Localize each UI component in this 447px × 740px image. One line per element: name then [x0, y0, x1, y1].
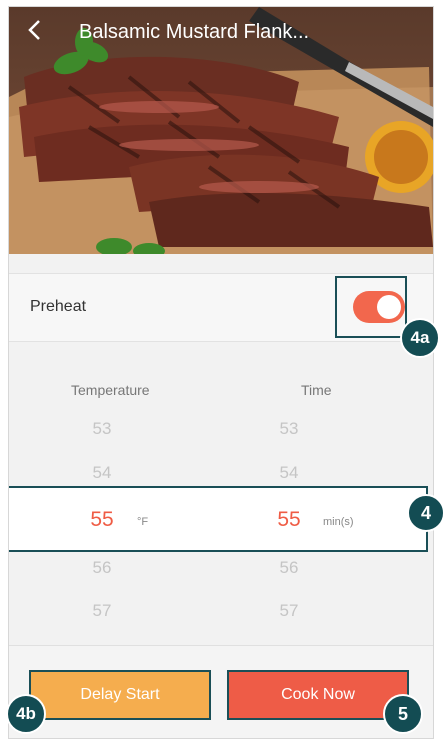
- callout-badge-delay: 4b: [6, 694, 46, 734]
- temperature-column-label: Temperature: [71, 382, 150, 398]
- callout-badge-cook: 5: [383, 694, 423, 734]
- action-bar: Delay Start Cook Now: [9, 645, 433, 738]
- time-column-label: Time: [301, 382, 332, 398]
- toggle-knob: [377, 295, 401, 319]
- temperature-option[interactable]: 54: [72, 463, 132, 483]
- steak-photo: [9, 7, 433, 254]
- cook-now-button[interactable]: Cook Now: [227, 670, 409, 720]
- time-option[interactable]: 57: [259, 601, 319, 621]
- time-unit: min(s): [323, 516, 354, 528]
- preheat-toggle[interactable]: [353, 291, 405, 323]
- temperature-option[interactable]: 56: [72, 558, 132, 578]
- chevron-left-icon: [28, 20, 40, 40]
- preheat-label: Preheat: [30, 298, 87, 315]
- back-button[interactable]: [27, 19, 53, 45]
- temperature-option[interactable]: 53: [72, 419, 132, 439]
- time-option[interactable]: 56: [259, 558, 319, 578]
- time-option[interactable]: 54: [259, 463, 319, 483]
- delay-start-button[interactable]: Delay Start: [29, 670, 211, 720]
- temperature-unit: °F: [137, 516, 149, 528]
- temperature-selected[interactable]: 55: [72, 508, 132, 532]
- callout-badge-picker: 4: [407, 494, 445, 532]
- temperature-option[interactable]: 57: [72, 601, 132, 621]
- preheat-row: Preheat: [9, 273, 433, 342]
- app-screen: Balsamic Mustard Flank... Preheat Temper…: [8, 6, 434, 739]
- callout-badge-toggle: 4a: [400, 318, 440, 358]
- time-option[interactable]: 53: [259, 419, 319, 439]
- selected-row-band: 55 °F 55 min(s): [9, 486, 428, 552]
- temperature-time-picker[interactable]: Temperature Time 53 54 53 54 55 °F 55 mi…: [9, 353, 433, 645]
- recipe-title: Balsamic Mustard Flank...: [79, 21, 310, 43]
- recipe-hero-image: Balsamic Mustard Flank...: [9, 7, 433, 254]
- time-selected[interactable]: 55: [259, 508, 319, 532]
